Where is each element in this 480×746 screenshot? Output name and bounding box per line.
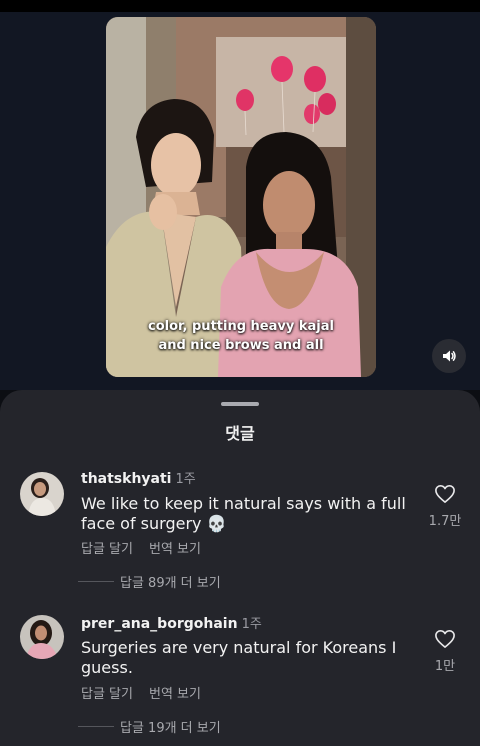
avatar[interactable]	[20, 472, 64, 516]
comment-item: prer_ana_borgohain 1주 Surgeries are very …	[0, 605, 480, 745]
like-count: 1만	[434, 659, 456, 674]
like-group: 1.7만	[425, 484, 465, 529]
comments-sheet: 댓글 thatskhyati 1주 We like to keep it natu…	[0, 390, 480, 746]
translate-button[interactable]: 번역 보기	[149, 687, 201, 702]
comment-actions: 답글 달기 번역 보기	[81, 683, 217, 702]
reply-button[interactable]: 답글 달기	[81, 542, 133, 557]
view-replies-label: 답글 19개 더 보기	[120, 721, 221, 736]
view-replies-button[interactable]: 답글 89개 더 보기	[78, 572, 221, 591]
comment-text: We like to keep it natural says with a f…	[81, 494, 406, 533]
sound-toggle-button[interactable]	[432, 339, 466, 373]
speaker-icon	[443, 350, 456, 362]
comment-username[interactable]: thatskhyati	[81, 471, 171, 487]
translate-button[interactable]: 번역 보기	[149, 542, 201, 557]
sheet-title: 댓글	[225, 424, 255, 443]
comment-item: thatskhyati 1주 We like to keep it natural…	[0, 460, 480, 600]
comment-time: 1주	[241, 617, 262, 632]
comment-actions: 답글 달기 번역 보기	[81, 538, 217, 557]
comment-header: thatskhyati 1주	[81, 468, 196, 487]
comment-username[interactable]: prer_ana_borgohain	[81, 616, 238, 632]
reply-button[interactable]: 답글 달기	[81, 687, 133, 702]
video-caption: color, putting heavy kajal and nice brow…	[148, 319, 334, 353]
comment-time: 1주	[175, 472, 196, 487]
heart-icon[interactable]	[434, 629, 456, 649]
video-player[interactable]: color, putting heavy kajal and nice brow…	[106, 17, 376, 377]
avatar[interactable]	[20, 615, 64, 659]
comment-header: prer_ana_borgohain 1주	[81, 613, 262, 632]
drag-handle[interactable]	[221, 402, 259, 406]
heart-icon[interactable]	[434, 484, 456, 504]
view-replies-label: 답글 89개 더 보기	[120, 576, 221, 591]
view-replies-button[interactable]: 답글 19개 더 보기	[78, 717, 221, 736]
replies-divider	[78, 581, 114, 582]
video-area: color, putting heavy kajal and nice brow…	[0, 12, 480, 390]
like-count: 1.7만	[428, 514, 462, 529]
like-group: 1만	[425, 629, 465, 674]
comment-text: Surgeries are very natural for Koreans I…	[81, 638, 397, 677]
status-bar	[0, 0, 480, 12]
replies-divider	[78, 726, 114, 727]
